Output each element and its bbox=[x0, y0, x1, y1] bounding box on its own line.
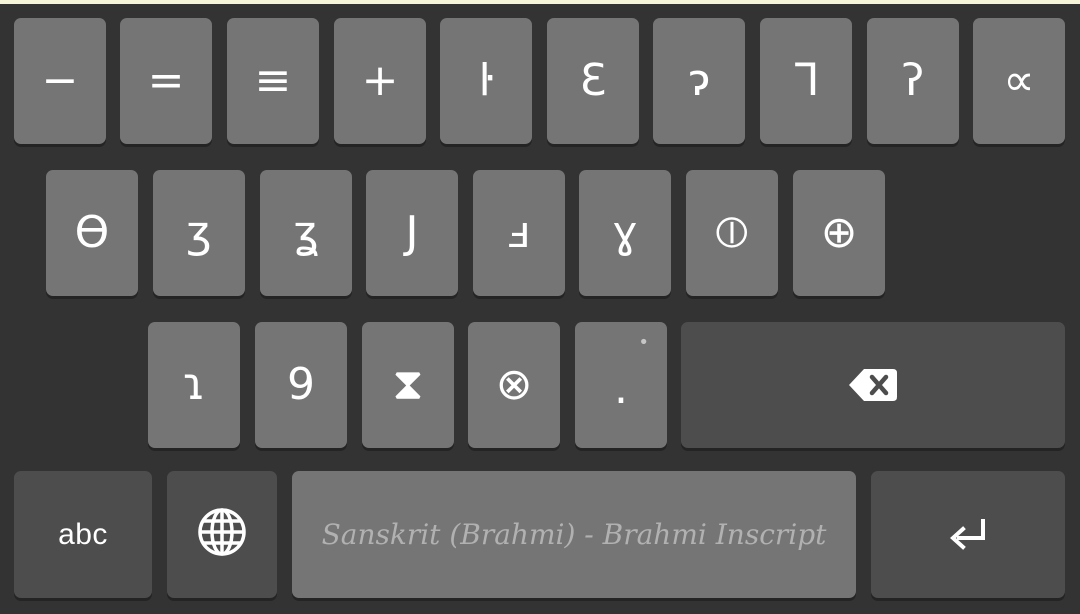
key-period[interactable]: . • bbox=[575, 322, 667, 448]
key-label: ≡ bbox=[254, 55, 292, 106]
key-triple-bar[interactable]: ≡ bbox=[227, 18, 319, 144]
key-label: ʔ bbox=[901, 55, 925, 106]
key-label: ϴ bbox=[74, 207, 110, 258]
key-label: Ɛ bbox=[579, 55, 607, 106]
key-brahmi-3[interactable]: ɂ bbox=[653, 18, 745, 144]
key-label: 9 bbox=[287, 359, 315, 410]
keyboard: − = ≡ + ŀ Ɛ ɂ ᒣ ʔ ∝ ϴ ʒ ʓ J ⅎ ɣ ⦶ ⊕ ɿ 9 … bbox=[0, 0, 1080, 614]
key-label: ⧗ bbox=[392, 359, 424, 410]
abc-key[interactable]: abc bbox=[14, 471, 152, 598]
space-bar[interactable]: Sanskrit (Brahmi) - Brahmi Inscript bbox=[292, 471, 856, 598]
space-bar-label: Sanskrit (Brahmi) - Brahmi Inscript bbox=[321, 518, 827, 551]
key-brahmi-8[interactable]: ʒ bbox=[153, 170, 245, 296]
key-brahmi-7[interactable]: ϴ bbox=[46, 170, 138, 296]
key-label: ᒣ bbox=[792, 55, 820, 106]
key-label: ŀ bbox=[478, 55, 494, 106]
key-brahmi-17[interactable]: ⧗ bbox=[362, 322, 454, 448]
key-plus[interactable]: + bbox=[334, 18, 426, 144]
key-brahmi-4[interactable]: ᒣ bbox=[760, 18, 852, 144]
key-hint: • bbox=[638, 332, 649, 353]
key-label: J bbox=[405, 207, 419, 258]
top-border bbox=[0, 0, 1080, 4]
key-brahmi-16[interactable]: 9 bbox=[255, 322, 347, 448]
enter-key[interactable] bbox=[871, 471, 1065, 598]
key-brahmi-13[interactable]: ⦶ bbox=[686, 170, 778, 296]
key-label: ⅎ bbox=[507, 207, 531, 258]
key-label: + bbox=[361, 55, 399, 106]
key-brahmi-10[interactable]: J bbox=[366, 170, 458, 296]
key-brahmi-5[interactable]: ʔ bbox=[867, 18, 959, 144]
key-brahmi-1[interactable]: ŀ bbox=[440, 18, 532, 144]
key-label: ⊕ bbox=[820, 207, 858, 258]
key-label: = bbox=[147, 55, 185, 106]
key-brahmi-12[interactable]: ɣ bbox=[579, 170, 671, 296]
key-label: ⦶ bbox=[716, 207, 748, 258]
language-switch-key[interactable] bbox=[167, 471, 277, 598]
backspace-key[interactable] bbox=[681, 322, 1065, 448]
key-brahmi-6[interactable]: ∝ bbox=[973, 18, 1065, 144]
abc-label: abc bbox=[58, 517, 108, 551]
key-brahmi-2[interactable]: Ɛ bbox=[547, 18, 639, 144]
key-equals[interactable]: = bbox=[120, 18, 212, 144]
key-brahmi-11[interactable]: ⅎ bbox=[473, 170, 565, 296]
key-minus[interactable]: − bbox=[14, 18, 106, 144]
key-brahmi-18[interactable]: ⊗ bbox=[468, 322, 560, 448]
globe-icon bbox=[198, 507, 246, 556]
key-label: ∝ bbox=[1003, 55, 1035, 106]
key-brahmi-9[interactable]: ʓ bbox=[260, 170, 352, 296]
key-brahmi-15[interactable]: ɿ bbox=[148, 322, 240, 448]
key-label: ⊗ bbox=[495, 359, 533, 410]
key-brahmi-14[interactable]: ⊕ bbox=[793, 170, 885, 296]
key-label: ɿ bbox=[182, 359, 206, 410]
backspace-icon bbox=[849, 369, 897, 401]
key-label: ɣ bbox=[611, 207, 639, 258]
enter-icon bbox=[950, 518, 985, 550]
key-label: ʓ bbox=[293, 207, 319, 258]
key-label: . bbox=[614, 363, 628, 414]
key-label: ʒ bbox=[186, 207, 212, 258]
key-label: − bbox=[41, 55, 79, 106]
key-label: ɂ bbox=[688, 55, 710, 106]
